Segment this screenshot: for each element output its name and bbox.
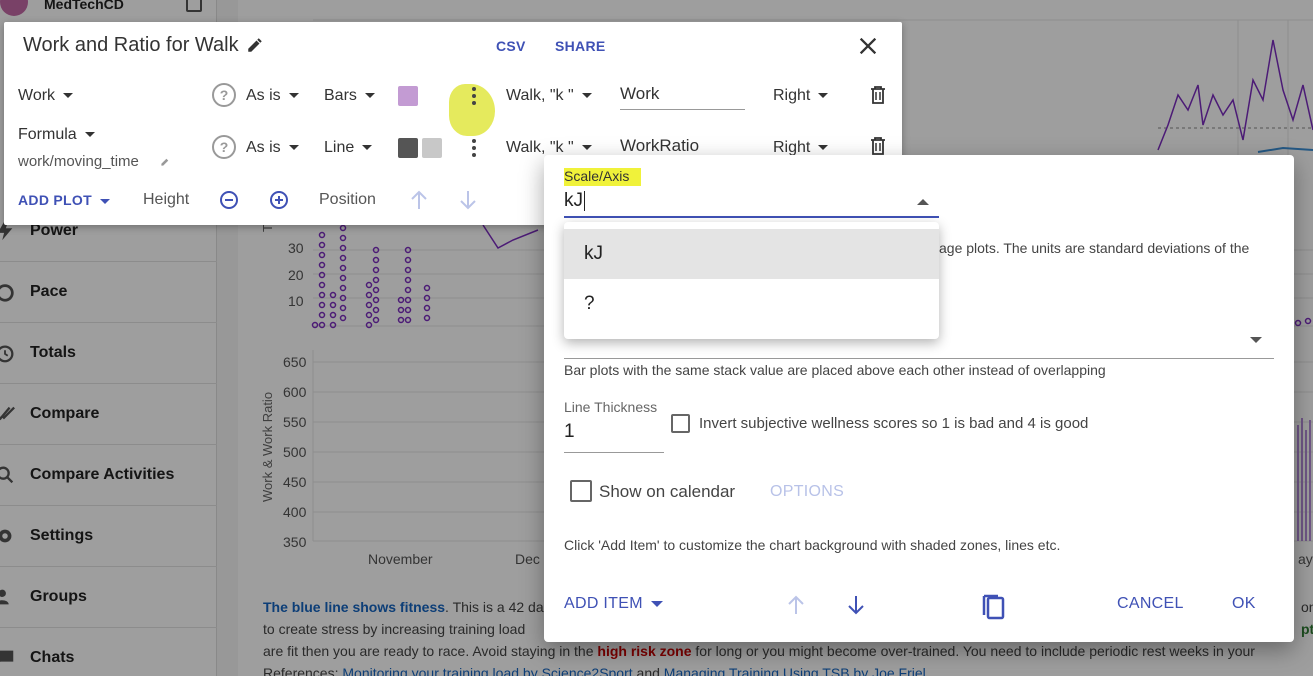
scale-select-label: Walk, "k " <box>506 139 574 156</box>
scale-select[interactable]: Walk, "k " <box>506 87 592 105</box>
add-item-label: ADD ITEM <box>564 595 643 612</box>
scale-select-label: Walk, "k " <box>506 87 574 104</box>
chevron-up-icon[interactable] <box>917 199 929 205</box>
ok-button[interactable]: OK <box>1232 595 1256 613</box>
chevron-down-icon <box>362 145 373 151</box>
plot-type-select-label: Line <box>324 139 355 156</box>
scale-axis-value: kJ <box>564 190 583 211</box>
cancel-button[interactable]: CANCEL <box>1117 595 1184 613</box>
increase-height-icon[interactable] <box>269 190 289 210</box>
add-plot-label: ADD PLOT <box>18 192 92 208</box>
field-select[interactable]: Formula <box>18 126 95 144</box>
transform-select-label: As is <box>246 139 281 156</box>
chevron-down-icon <box>99 198 110 204</box>
chevron-down-icon <box>1250 337 1262 343</box>
formula-input[interactable]: work/moving_time <box>18 153 139 170</box>
color-swatch-secondary[interactable] <box>422 138 442 158</box>
transform-select[interactable]: As is <box>246 139 299 157</box>
chevron-down-icon <box>818 145 829 151</box>
line-thickness-label: Line Thickness <box>564 399 658 415</box>
scale-axis-dropdown: kJ ? <box>564 222 939 339</box>
series-name-input[interactable]: Work <box>620 84 745 110</box>
delete-icon[interactable] <box>870 137 886 155</box>
chevron-down-icon <box>581 93 592 99</box>
share-button[interactable]: SHARE <box>555 38 606 54</box>
transform-select-label: As is <box>246 87 281 104</box>
chevron-down-icon <box>288 93 299 99</box>
plot-type-select[interactable]: Bars <box>324 87 375 105</box>
background-help-text: Click 'Add Item' to customize the chart … <box>564 537 1061 553</box>
add-plot-button[interactable]: ADD PLOT <box>18 192 110 208</box>
axis-side-select-label: Right <box>773 139 811 156</box>
delete-icon[interactable] <box>870 86 886 104</box>
field-select-label: Formula <box>18 126 77 143</box>
more-options-icon[interactable] <box>472 139 476 157</box>
scale-axis-label: Scale/Axis <box>564 168 642 186</box>
text-cursor <box>584 190 585 211</box>
help-icon[interactable]: ? <box>212 135 236 159</box>
move-down-icon[interactable] <box>844 593 868 617</box>
color-swatch[interactable] <box>398 86 418 106</box>
line-thickness-input[interactable]: 1 <box>564 417 664 453</box>
move-up-icon[interactable] <box>409 189 429 211</box>
plot-type-select[interactable]: Line <box>324 139 373 157</box>
position-label: Position <box>319 191 376 208</box>
dropdown-option[interactable]: ? <box>564 279 939 329</box>
height-label: Height <box>143 191 190 208</box>
chevron-down-icon <box>63 93 74 99</box>
formula-text: work/moving_time <box>18 153 139 170</box>
field-select[interactable]: Work <box>18 87 74 105</box>
chevron-down-icon <box>364 93 375 99</box>
color-swatch[interactable] <box>398 138 418 158</box>
stack-help-text: Bar plots with the same stack value are … <box>564 362 1106 378</box>
plot-type-select-label: Bars <box>324 87 357 104</box>
edit-pencil-icon[interactable] <box>160 156 171 167</box>
dropdown-option[interactable]: kJ <box>564 229 939 279</box>
field-select-label: Work <box>18 87 56 104</box>
options-button[interactable]: OPTIONS <box>770 483 844 501</box>
help-icon[interactable]: ? <box>212 83 236 107</box>
scale-axis-combobox[interactable]: kJ <box>564 190 939 218</box>
chevron-down-icon <box>288 145 299 151</box>
transform-select[interactable]: As is <box>246 87 299 105</box>
invert-wellness-checkbox[interactable] <box>671 414 690 433</box>
move-up-icon[interactable] <box>784 593 808 617</box>
chevron-down-icon <box>650 600 663 607</box>
panel-title: Work and Ratio for Walk <box>23 34 239 56</box>
copy-icon[interactable] <box>980 591 1006 621</box>
chevron-down-icon <box>581 145 592 151</box>
show-on-calendar-checkbox[interactable] <box>570 480 592 502</box>
help-text-partial: age plots. The units are standard deviat… <box>939 240 1250 256</box>
csv-button[interactable]: CSV <box>496 38 526 54</box>
add-item-button[interactable]: ADD ITEM <box>564 595 663 613</box>
more-options-icon[interactable] <box>472 87 476 105</box>
chevron-down-icon <box>84 132 95 138</box>
axis-side-select-label: Right <box>773 87 811 104</box>
close-icon[interactable] <box>857 35 879 57</box>
chevron-down-icon <box>818 93 829 99</box>
edit-pencil-icon[interactable] <box>246 36 264 54</box>
axis-side-select[interactable]: Right <box>773 87 829 105</box>
show-on-calendar-label: Show on calendar <box>599 482 736 501</box>
decrease-height-icon[interactable] <box>219 190 239 210</box>
move-down-icon[interactable] <box>458 189 478 211</box>
invert-wellness-label: Invert subjective wellness scores so 1 i… <box>699 415 1089 432</box>
